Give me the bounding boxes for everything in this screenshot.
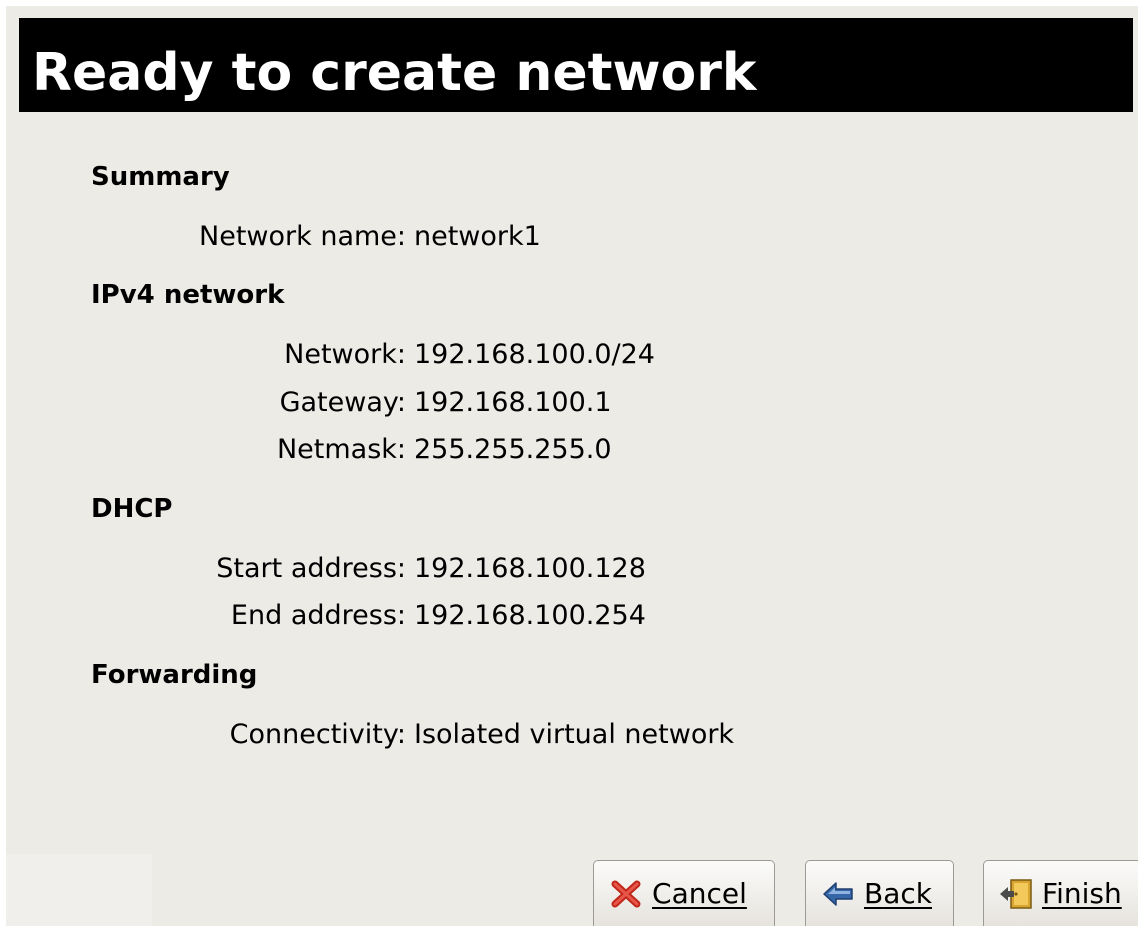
page-header: Ready to create network [19,18,1133,112]
network-value: 192.168.100.0/24 [414,339,655,370]
section-title-dhcp: DHCP [91,494,173,524]
network-name-label: Network name: [199,221,406,252]
netmask-row: Netmask: 255.255.255.0 [6,434,1138,474]
cancel-button[interactable]: Cancel [593,860,775,926]
finish-button[interactable]: Finish [983,860,1138,926]
cancel-button-label: Cancel [652,877,747,910]
gateway-value: 192.168.100.1 [414,387,612,418]
start-address-value: 192.168.100.128 [414,553,646,584]
gateway-row: Gateway: 192.168.100.1 [6,387,1138,427]
gateway-label: Gateway: [279,387,406,418]
section-title-summary: Summary [91,162,230,192]
finish-button-label: Finish [1042,877,1122,910]
finish-door-icon [1000,878,1032,909]
cancel-x-icon [611,880,641,907]
wizard-window: Ready to create network Summary Network … [6,6,1138,926]
end-address-value: 192.168.100.254 [414,600,646,631]
section-title-ipv4: IPv4 network [91,280,285,310]
end-address-row: End address: 192.168.100.254 [6,600,1138,640]
start-address-label: Start address: [216,553,406,584]
connectivity-row: Connectivity: Isolated virtual network [6,719,1138,759]
network-name-row: Network name: network1 [6,221,1138,261]
start-address-row: Start address: 192.168.100.128 [6,553,1138,593]
end-address-label: End address: [230,600,406,631]
netmask-value: 255.255.255.0 [414,434,612,465]
footer-panel [6,854,152,926]
connectivity-value: Isolated virtual network [414,719,735,750]
back-arrow-icon [823,881,853,906]
back-button-label: Back [864,877,932,910]
netmask-label: Netmask: [276,434,406,465]
section-title-forwarding: Forwarding [91,660,258,690]
connectivity-label: Connectivity: [229,719,406,750]
back-button[interactable]: Back [805,860,954,926]
network-row: Network: 192.168.100.0/24 [6,339,1138,379]
page-title: Ready to create network [32,43,757,103]
network-name-value: network1 [414,221,541,252]
network-label: Network: [284,339,406,370]
